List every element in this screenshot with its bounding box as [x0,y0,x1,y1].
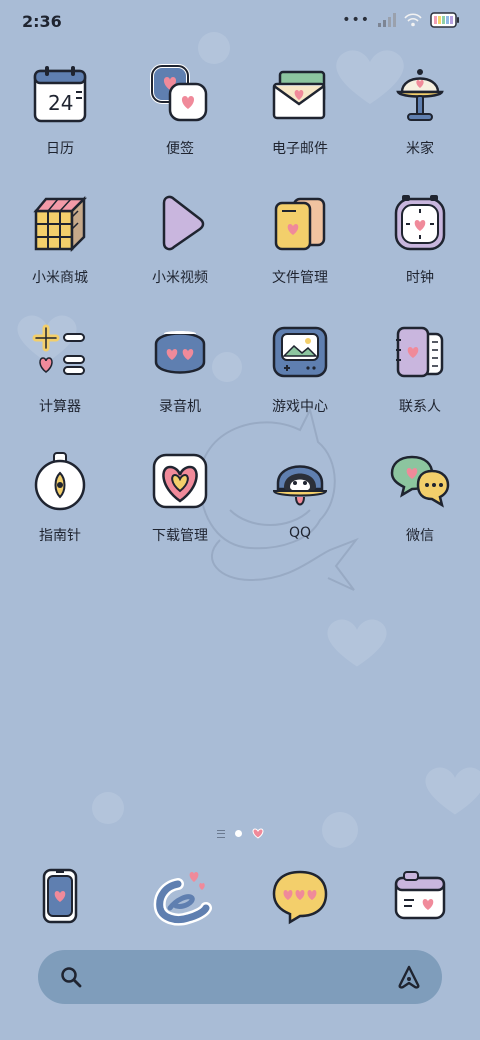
app-clock[interactable]: 时钟 [360,191,480,320]
app-grid: 24 日历 便签 电子邮件 米家 小米商城 小米视频 文件管理 时钟 计算器 录… [0,62,480,578]
download-icon [152,453,208,509]
app-game-center[interactable]: 游戏中心 [240,320,360,449]
app-label: 小米视频 [152,270,208,286]
dock-camera[interactable] [360,862,480,930]
status-time: 2:36 [22,12,62,31]
contacts-icon [396,326,444,378]
heart-page-icon [252,828,263,839]
app-label: 指南针 [39,528,81,544]
status-icons: ••• [342,12,460,28]
app-label: 小米商城 [32,270,88,286]
dock-messages[interactable] [240,862,360,930]
camera-icon [394,871,446,920]
chat-icon [390,455,450,508]
wallpaper-heart-icon [327,619,387,667]
calendar-day: 24 [48,91,73,115]
app-label: 日历 [46,141,74,157]
app-label: 联系人 [399,399,441,415]
app-label: 文件管理 [272,270,328,286]
recorder-icon [154,331,206,374]
lamp-icon [396,69,444,121]
dock [0,862,480,930]
app-label: 录音机 [159,399,201,415]
app-label: 下载管理 [152,528,208,544]
dock-browser[interactable] [120,862,240,930]
page-dot [234,830,242,837]
app-mail[interactable]: 电子邮件 [240,62,360,191]
app-calendar[interactable]: 24 日历 [0,62,120,191]
page-indicator[interactable] [0,828,480,839]
app-label: 微信 [406,528,434,544]
app-row: 计算器 录音机 游戏中心 联系人 [0,320,480,449]
app-file-manager[interactable]: 文件管理 [240,191,360,320]
folder-icon [274,197,326,251]
app-contacts[interactable]: 联系人 [360,320,480,449]
wallpaper-heart-icon [425,767,480,815]
wallpaper-circle-icon [92,792,124,824]
app-recorder[interactable]: 录音机 [120,320,240,449]
clock-icon [394,195,446,251]
app-wechat[interactable]: 微信 [360,449,480,578]
app-mijia[interactable]: 米家 [360,62,480,191]
search-icon [61,967,82,988]
page-menu-icon [216,829,225,838]
dock-phone[interactable] [0,862,120,930]
app-label: 便签 [166,141,194,157]
mail-icon [272,70,326,120]
game-icon [272,326,328,378]
status-bar: 2:36 ••• [0,0,480,44]
app-calculator[interactable]: 计算器 [0,320,120,449]
search-bar[interactable] [38,950,442,1004]
app-mi-store[interactable]: 小米商城 [0,191,120,320]
battery-icon [430,12,459,28]
app-row: 指南针 下载管理 QQ 微信 [0,449,480,578]
wifi-icon [404,13,422,27]
cube-icon [33,195,88,253]
phone-icon [42,868,78,924]
message-icon [272,870,328,925]
signal-icon [378,13,396,27]
browser-icon [153,872,212,926]
app-qq[interactable]: QQ [240,449,360,578]
app-compass[interactable]: 指南针 [0,449,120,578]
calculator-icon [32,324,85,375]
app-mi-video[interactable]: 小米视频 [120,191,240,320]
app-download-manager[interactable]: 下载管理 [120,449,240,578]
voice-assistant-icon[interactable] [396,965,422,989]
app-label: QQ [288,525,312,541]
app-row: 24 日历 便签 电子邮件 米家 [0,62,480,191]
app-label: 计算器 [39,399,81,415]
app-label: 电子邮件 [272,141,328,157]
app-label: 米家 [406,141,434,157]
app-row: 小米商城 小米视频 文件管理 时钟 [0,191,480,320]
notes-icon [150,64,208,122]
app-label: 时钟 [406,270,434,286]
play-icon [162,195,205,251]
penguin-icon [272,465,328,506]
app-notes[interactable]: 便签 [120,62,240,191]
more-dots-icon: ••• [342,12,370,28]
calendar-icon: 24 [33,66,87,123]
compass-icon [34,452,86,511]
app-label: 游戏中心 [272,399,328,415]
